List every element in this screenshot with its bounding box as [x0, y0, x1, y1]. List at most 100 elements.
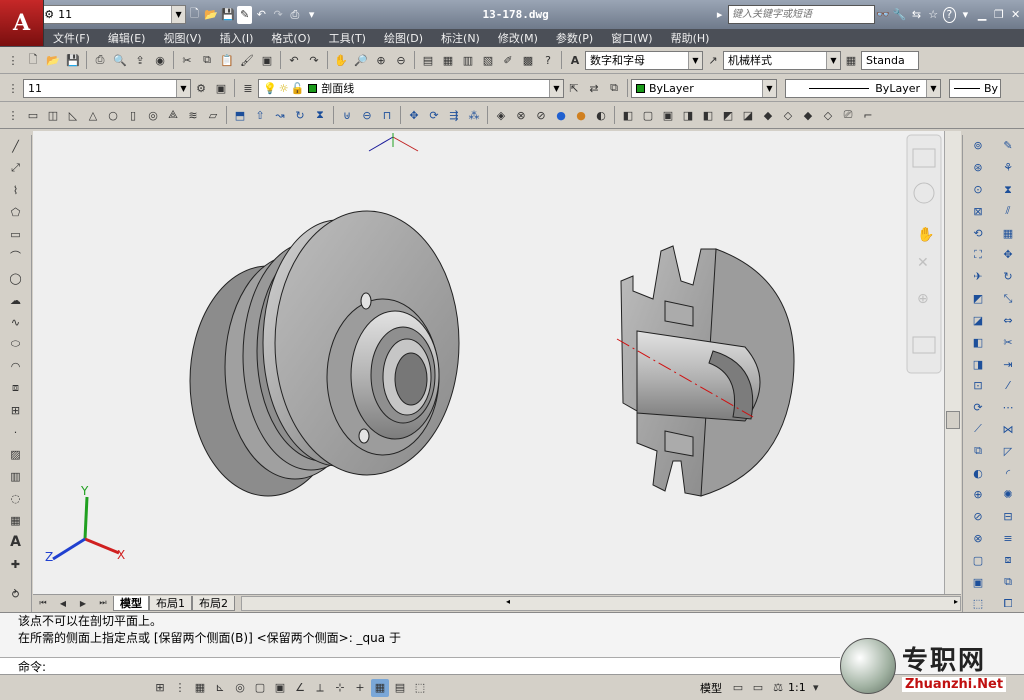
redo-icon[interactable]: ↷: [305, 51, 323, 69]
next-tab-icon[interactable]: ▶: [74, 594, 92, 612]
scale-dropdown-icon[interactable]: ▾: [807, 679, 825, 697]
zoom-nav-icon[interactable]: ✕: [917, 255, 929, 271]
separate-icon[interactable]: ⊗: [969, 530, 987, 548]
sw-iso-view-icon[interactable]: ◆: [759, 106, 777, 124]
snap-icon[interactable]: ⋮: [171, 679, 189, 697]
help-icon[interactable]: ?: [942, 6, 957, 23]
sheet-set-icon[interactable]: ▧: [479, 51, 497, 69]
3d-array-icon[interactable]: ⁂: [465, 106, 483, 124]
menu-file[interactable]: 文件(F): [44, 30, 99, 46]
shell-icon[interactable]: ▢: [969, 551, 987, 569]
menu-parametric[interactable]: 参数(P): [547, 30, 602, 46]
pulley-model[interactable]: [189, 210, 460, 497]
menu-dimension[interactable]: 标注(N): [432, 30, 489, 46]
annotation-scale-icon[interactable]: ⚖: [769, 679, 787, 697]
erase-icon[interactable]: ✎: [999, 137, 1017, 155]
drawing-canvas[interactable]: ✋ ✕ ⊕ Y X Z: [33, 131, 944, 594]
align-icon[interactable]: ⊟: [999, 508, 1017, 526]
visual-styles-manager-icon[interactable]: ◐: [592, 106, 610, 124]
first-tab-icon[interactable]: ⏮: [34, 594, 52, 612]
print-icon[interactable]: ⎙: [91, 51, 109, 69]
explode-icon[interactable]: ✺: [999, 486, 1017, 504]
copy-object-icon[interactable]: ⚘: [999, 159, 1017, 177]
design-center-icon[interactable]: ▦: [439, 51, 457, 69]
layer-combo[interactable]: 💡 ☼ 🔓 剖面线 ▼: [258, 78, 564, 98]
table-icon[interactable]: ▦: [7, 511, 25, 529]
3d-rotate-icon[interactable]: ⟳: [425, 106, 443, 124]
print-preview-icon[interactable]: 🔍: [111, 51, 129, 69]
scroll-left-icon[interactable]: ◂: [506, 597, 510, 606]
menu-view[interactable]: 视图(V): [154, 30, 210, 46]
restore-icon[interactable]: ❐: [992, 6, 1007, 24]
polygon-icon[interactable]: ⬠: [7, 203, 25, 221]
horizontal-scrollbar[interactable]: ◂ ▸: [241, 595, 961, 611]
otrack-icon[interactable]: ∠: [291, 679, 309, 697]
color-face-icon[interactable]: ◐: [969, 464, 987, 482]
help-icon[interactable]: ?: [539, 51, 557, 69]
workspace-switcher[interactable]: ⚙ 11 ▼: [39, 5, 187, 24]
draworder-icon[interactable]: ⧠: [999, 595, 1017, 613]
taper-face-icon[interactable]: ⟋: [969, 421, 987, 439]
mirror-icon[interactable]: ⧗: [999, 181, 1017, 199]
vertical-scrollbar[interactable]: [944, 131, 961, 594]
paste-icon[interactable]: 📋: [218, 51, 236, 69]
camera-icon[interactable]: ⎚: [839, 106, 857, 124]
3d-move-icon[interactable]: ✥: [405, 106, 423, 124]
last-tab-icon[interactable]: ⏭: [94, 594, 112, 612]
hatch-icon[interactable]: ▨: [7, 445, 25, 463]
ellipse-arc-icon[interactable]: ◠: [7, 357, 25, 375]
copy-face-icon[interactable]: ⧉: [969, 442, 987, 460]
break-at-point-icon[interactable]: ⁄: [999, 377, 1017, 395]
cylinder-icon[interactable]: ▯: [124, 106, 142, 124]
save-icon[interactable]: 💾: [221, 6, 236, 24]
chamfer-icon[interactable]: ◸: [999, 442, 1017, 460]
group-icon[interactable]: ⧉: [999, 573, 1017, 591]
selection-cycling-icon[interactable]: ⬚: [411, 679, 429, 697]
block-editor-icon[interactable]: ▣: [258, 51, 276, 69]
zoom-window-icon[interactable]: ⊕: [372, 51, 390, 69]
arc-icon[interactable]: ⌒: [7, 247, 25, 265]
lineweight-toggle-icon[interactable]: +: [351, 679, 369, 697]
scale-icon[interactable]: ⤡: [999, 290, 1017, 308]
walk-icon[interactable]: ⛶: [969, 246, 987, 264]
zoom-previous-icon[interactable]: ⊖: [392, 51, 410, 69]
visual-style-wireframe-icon[interactable]: ⊗: [512, 106, 530, 124]
minimize-icon[interactable]: ▁: [975, 6, 990, 24]
adjust-distance-icon[interactable]: ⊠: [969, 202, 987, 220]
visual-style-conceptual-icon[interactable]: ●: [572, 106, 590, 124]
cone-icon[interactable]: △: [84, 106, 102, 124]
layer-previous-icon[interactable]: ⇄: [585, 79, 603, 97]
command-prompt[interactable]: 命令:: [0, 657, 840, 675]
extend-icon[interactable]: ⇥: [999, 355, 1017, 373]
cut-icon[interactable]: ✂: [178, 51, 196, 69]
nw-iso-view-icon[interactable]: ◇: [819, 106, 837, 124]
dim-style-icon[interactable]: ↗: [704, 51, 722, 69]
planar-surface-icon[interactable]: ▱: [204, 106, 222, 124]
polysolid-icon[interactable]: ▭: [24, 106, 42, 124]
visual-style-2d-icon[interactable]: ◈: [492, 106, 510, 124]
menu-tools[interactable]: 工具(T): [320, 30, 375, 46]
calculator-icon[interactable]: ▩: [519, 51, 537, 69]
menu-draw[interactable]: 绘图(D): [375, 30, 432, 46]
new-file-icon[interactable]: 🗋: [187, 6, 202, 24]
tab-model[interactable]: 模型: [113, 595, 149, 611]
markup-icon[interactable]: ✐: [499, 51, 517, 69]
3d-osnap-icon[interactable]: ▣: [271, 679, 289, 697]
transparency-icon[interactable]: ▦: [371, 678, 389, 697]
snap-mode-icon[interactable]: ⊞: [151, 679, 169, 697]
open-folder-icon[interactable]: 📂: [204, 6, 219, 24]
loft-icon[interactable]: ⧗: [311, 106, 329, 124]
help-dropdown-icon[interactable]: ▾: [958, 6, 973, 24]
sectioned-pulley-model[interactable]: [616, 245, 795, 497]
menu-help[interactable]: 帮助(H): [662, 30, 719, 46]
polyline-icon[interactable]: ⌇: [7, 181, 25, 199]
navigation-bar[interactable]: ✋ ✕ ⊕: [906, 134, 942, 374]
move-face-icon[interactable]: ◧: [969, 333, 987, 351]
stretch-icon[interactable]: ⇔: [999, 312, 1017, 330]
rectangle-icon[interactable]: ▭: [7, 225, 25, 243]
table-style-icon[interactable]: ▦: [842, 51, 860, 69]
box-icon[interactable]: ◫: [44, 106, 62, 124]
top-view-icon[interactable]: ▢: [639, 106, 657, 124]
scroll-right-icon[interactable]: ▸: [954, 597, 958, 606]
array-icon[interactable]: ▦: [999, 224, 1017, 242]
